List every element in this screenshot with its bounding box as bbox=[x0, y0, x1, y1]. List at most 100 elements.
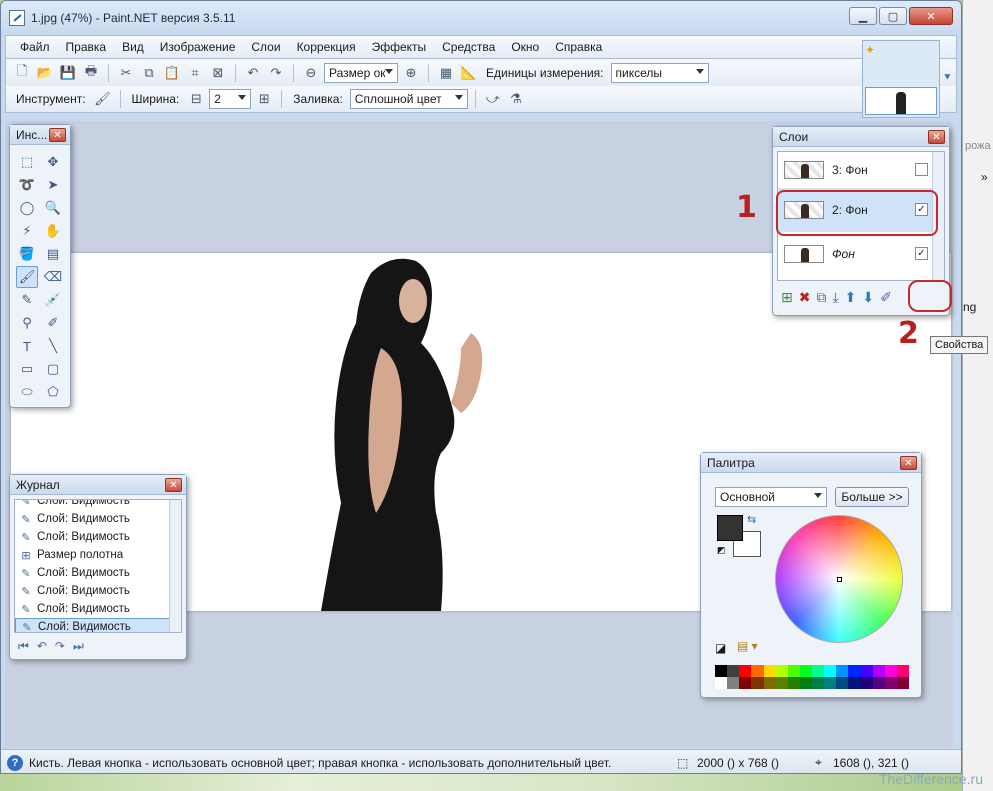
pan-tool-icon[interactable]: ✋ bbox=[42, 220, 64, 242]
palette-swatch[interactable] bbox=[799, 665, 812, 677]
close-button[interactable]: ✕ bbox=[909, 7, 953, 25]
palette-panel-close-icon[interactable]: ✕ bbox=[900, 456, 917, 470]
history-item[interactable]: ✎ Слой: Видимость bbox=[15, 564, 181, 582]
move-selected-tool-icon[interactable]: ✥ bbox=[42, 151, 64, 173]
add-to-palette-icon[interactable]: ◪ bbox=[715, 641, 726, 655]
fill-combo[interactable]: Сплошной цвет bbox=[349, 89, 468, 109]
palette-swatch[interactable] bbox=[775, 677, 788, 689]
open-file-icon[interactable]: 📂 bbox=[35, 63, 55, 83]
menu-help[interactable]: Справка bbox=[547, 36, 610, 58]
new-file-icon[interactable]: 🗋 bbox=[12, 63, 32, 83]
tools-panel-title[interactable]: Инс... ✕ bbox=[10, 125, 70, 145]
move-layer-up-icon[interactable]: ⬆ bbox=[845, 289, 857, 306]
palette-swatch[interactable] bbox=[739, 677, 752, 689]
palette-swatch[interactable] bbox=[727, 665, 740, 677]
units-combo[interactable]: пикселы bbox=[610, 62, 709, 83]
history-item[interactable]: ✎ Слой: Видимость bbox=[15, 600, 181, 618]
delete-layer-icon[interactable]: ✖ bbox=[799, 289, 811, 306]
swap-colors-icon[interactable]: ⇆ bbox=[747, 513, 756, 526]
history-item[interactable]: ✎ Слой: Видимость bbox=[15, 582, 181, 600]
palette-swatches[interactable] bbox=[715, 665, 909, 689]
maximize-button[interactable]: ▢ bbox=[879, 7, 907, 25]
history-item[interactable]: ⊞ Размер полотна bbox=[15, 546, 181, 564]
brush-tool-icon[interactable]: 🖌 bbox=[93, 89, 113, 109]
palette-mode-combo[interactable]: Основной bbox=[715, 487, 827, 507]
history-list[interactable]: ✎ Слой: Видимость ✎ Слой: Видимость ✎ Слой:… bbox=[14, 499, 182, 633]
layer-visibility-checkbox[interactable]: ✓ bbox=[915, 247, 928, 260]
freeform-shape-tool-icon[interactable]: ⬠ bbox=[42, 381, 64, 403]
history-scrollbar[interactable] bbox=[169, 500, 181, 632]
palette-swatch[interactable] bbox=[727, 677, 740, 689]
line-tool-icon[interactable]: ╲ bbox=[42, 335, 64, 357]
more-colors-button[interactable]: Больше >> bbox=[835, 487, 909, 507]
palette-swatch[interactable] bbox=[896, 677, 909, 689]
menu-layers[interactable]: Слои bbox=[243, 36, 288, 58]
paint-bucket-tool-icon[interactable]: 🪣 bbox=[16, 243, 38, 265]
thumbnail-dropdown-icon[interactable]: ⯆ bbox=[943, 72, 952, 85]
menu-edit[interactable]: Правка bbox=[58, 36, 115, 58]
paste-icon[interactable]: 📋 bbox=[162, 63, 182, 83]
menu-file[interactable]: Файл bbox=[12, 36, 58, 58]
save-icon[interactable]: 💾 bbox=[58, 63, 78, 83]
grid-icon[interactable]: ▦ bbox=[436, 63, 456, 83]
zoom-combo[interactable]: Размер ок bbox=[324, 62, 398, 83]
image-thumbnail-tab[interactable]: ✦ bbox=[862, 40, 940, 118]
palette-swatch[interactable] bbox=[836, 677, 849, 689]
deselect-icon[interactable]: ⊠ bbox=[208, 63, 228, 83]
reset-colors-icon[interactable]: ◩ bbox=[717, 545, 726, 556]
menu-adjustments[interactable]: Коррекция bbox=[289, 36, 364, 58]
layers-panel-close-icon[interactable]: ✕ bbox=[928, 130, 945, 144]
color-picker-tool-icon[interactable]: 💉 bbox=[42, 289, 64, 311]
palette-swatch[interactable] bbox=[872, 677, 885, 689]
redo-icon[interactable]: ↷ bbox=[55, 639, 65, 654]
pencil-tool-icon[interactable]: ✎ bbox=[16, 289, 38, 311]
rounded-rect-tool-icon[interactable]: ▢ bbox=[42, 358, 64, 380]
copy-icon[interactable]: ⧉ bbox=[139, 63, 159, 83]
palette-swatch[interactable] bbox=[739, 665, 752, 677]
layer-visibility-checkbox[interactable] bbox=[915, 163, 928, 176]
zoom-in-icon[interactable]: ⊕ bbox=[401, 63, 421, 83]
minimize-button[interactable]: ▁ bbox=[849, 7, 877, 25]
increase-width-icon[interactable]: ⊞ bbox=[254, 89, 274, 109]
palette-swatch[interactable] bbox=[872, 665, 885, 677]
history-item[interactable]: ✎ Слой: Видимость bbox=[15, 500, 181, 510]
palette-panel-title[interactable]: Палитра ✕ bbox=[701, 453, 921, 473]
menu-tools[interactable]: Средства bbox=[434, 36, 503, 58]
palette-swatch[interactable] bbox=[812, 665, 825, 677]
palette-swatch[interactable] bbox=[715, 677, 728, 689]
print-icon[interactable]: 🖶 bbox=[81, 63, 101, 83]
tools-panel-close-icon[interactable]: ✕ bbox=[49, 128, 66, 142]
move-layer-down-icon[interactable]: ⬇ bbox=[862, 289, 874, 306]
text-tool-icon[interactable]: T bbox=[16, 335, 38, 357]
rectangle-tool-icon[interactable]: ▭ bbox=[16, 358, 38, 380]
palette-swatch[interactable] bbox=[824, 677, 837, 689]
gradient-tool-icon[interactable]: ▤ bbox=[42, 243, 64, 265]
decrease-width-icon[interactable]: ⊟ bbox=[186, 89, 206, 109]
primary-color-swatch[interactable] bbox=[717, 515, 743, 541]
rewind-icon[interactable]: ⏮ bbox=[18, 639, 29, 654]
palette-swatch[interactable] bbox=[799, 677, 812, 689]
history-panel-close-icon[interactable]: ✕ bbox=[165, 478, 182, 492]
palette-swatch[interactable] bbox=[824, 665, 837, 677]
layer-properties-icon[interactable]: ✐ bbox=[880, 289, 892, 306]
history-item[interactable]: ✎ Слой: Видимость bbox=[15, 510, 181, 528]
palette-swatch[interactable] bbox=[787, 665, 800, 677]
lasso-tool-icon[interactable]: ➰ bbox=[16, 174, 38, 196]
paintbrush-tool-icon[interactable]: 🖌 bbox=[16, 266, 38, 288]
clone-stamp-tool-icon[interactable]: ⚲ bbox=[16, 312, 38, 334]
palette-swatch[interactable] bbox=[751, 665, 764, 677]
title-bar[interactable]: 1.jpg (47%) - Paint.NET версия 3.5.11 ▁ … bbox=[1, 1, 961, 35]
history-panel-title[interactable]: Журнал ✕ bbox=[10, 475, 186, 495]
antialias-icon[interactable]: ⤻ bbox=[483, 89, 503, 109]
palette-swatch[interactable] bbox=[884, 677, 897, 689]
blend-mode-icon[interactable]: ⚗ bbox=[506, 89, 526, 109]
magic-wand-tool-icon[interactable]: ⚡ bbox=[16, 220, 38, 242]
palette-swatch[interactable] bbox=[775, 665, 788, 677]
palette-swatch[interactable] bbox=[787, 677, 800, 689]
history-item-selected[interactable]: ✎ Слой: Видимость bbox=[15, 618, 181, 632]
palette-swatch[interactable] bbox=[848, 677, 861, 689]
palette-swatch[interactable] bbox=[896, 665, 909, 677]
menu-view[interactable]: Вид bbox=[114, 36, 152, 58]
palette-swatch[interactable] bbox=[848, 665, 861, 677]
fast-forward-icon[interactable]: ⏭ bbox=[73, 639, 84, 654]
